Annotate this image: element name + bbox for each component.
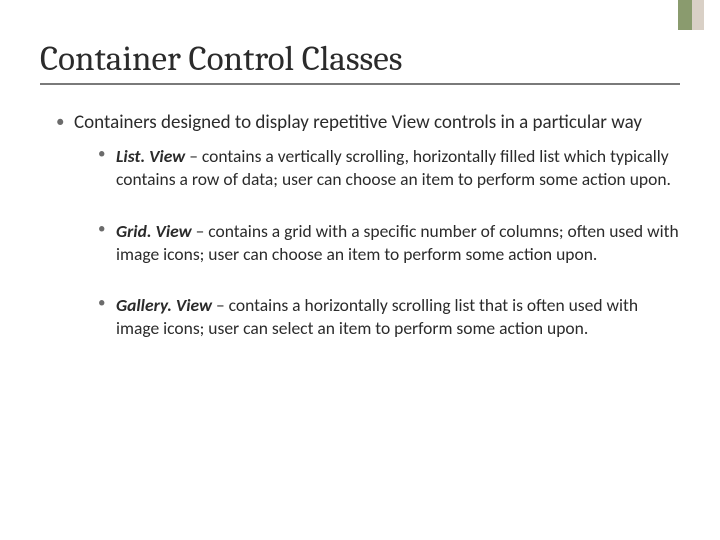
slide-content: Container Control Classes Containers des… — [0, 0, 720, 398]
list-item: Gallery. View – contains a horizontally … — [96, 294, 680, 340]
slide-title: Container Control Classes — [40, 38, 680, 79]
term-label: Gallery. View — [116, 294, 212, 316]
list-item: List. View – contains a vertically scrol… — [96, 145, 680, 191]
title-container: Container Control Classes — [40, 38, 680, 85]
accent-tan — [692, 0, 704, 30]
term-label: List. View — [116, 145, 185, 167]
term-desc: – contains a grid with a specific number… — [116, 220, 679, 265]
accent-olive — [678, 0, 692, 30]
intro-bullet: Containers designed to display repetitiv… — [52, 111, 680, 340]
sub-bullet-list: List. View – contains a vertically scrol… — [74, 145, 680, 340]
accent-color-band — [678, 0, 704, 30]
intro-text: Containers designed to display repetitiv… — [74, 111, 642, 134]
main-bullet-list: Containers designed to display repetitiv… — [40, 111, 680, 340]
term-label: Grid. View — [116, 220, 192, 242]
list-item: Grid. View – contains a grid with a spec… — [96, 220, 680, 266]
term-desc: – contains a vertically scrolling, horiz… — [116, 145, 671, 190]
